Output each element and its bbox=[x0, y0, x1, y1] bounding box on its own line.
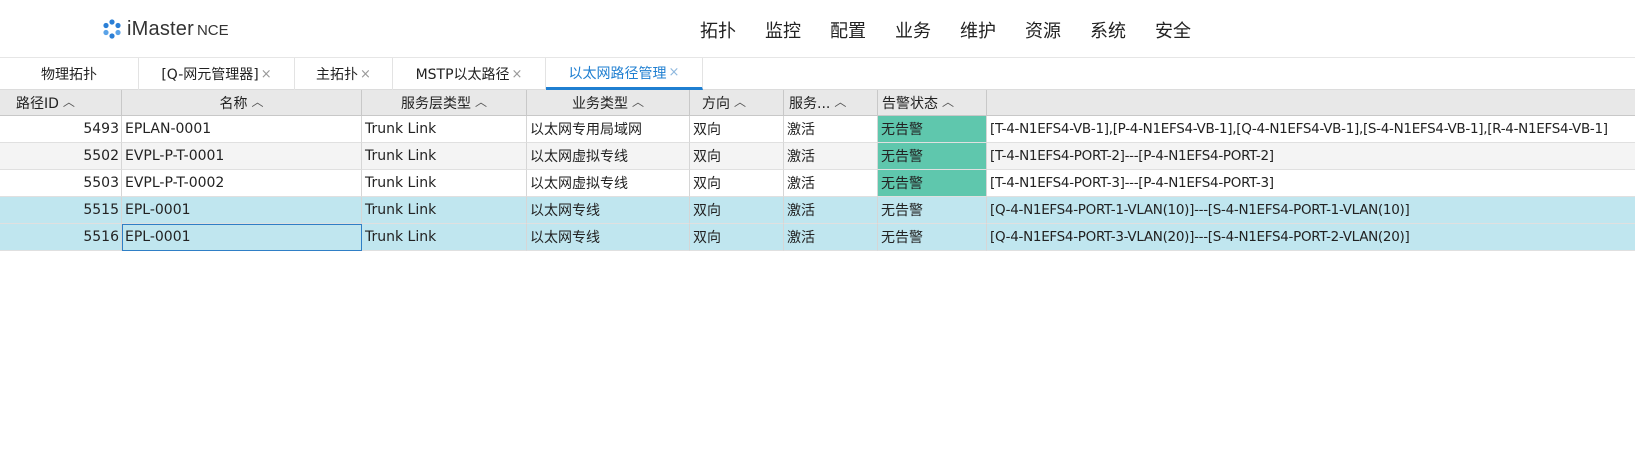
cell-name: EPLAN-0001 bbox=[122, 116, 362, 143]
sort-asc-icon[interactable]: ︿ bbox=[734, 93, 746, 110]
cell-service-status: 激活 bbox=[784, 170, 878, 197]
tab-label: 以太网路径管理 bbox=[568, 65, 667, 82]
nav-system[interactable]: 系统 bbox=[1090, 17, 1155, 43]
cell-alarm-status: 无告警 bbox=[878, 170, 987, 197]
app-logo[interactable]: iMaster NCE bbox=[101, 16, 229, 42]
cell-direction: 双向 bbox=[690, 116, 784, 143]
cell-route: [T-4-N1EFS4-VB-1],[P-4-N1EFS4-VB-1],[Q-4… bbox=[987, 116, 1635, 143]
nav-config[interactable]: 配置 bbox=[830, 17, 895, 43]
cell-path-id: 5503 bbox=[0, 170, 122, 197]
column-header-direction[interactable]: 方向 ︿ bbox=[690, 90, 784, 116]
cell-path-id: 5493 bbox=[0, 116, 122, 143]
tab-physical-topology[interactable]: 物理拓扑 bbox=[0, 58, 139, 90]
huawei-logo-icon bbox=[103, 19, 121, 39]
tab-label: MSTP以太路径 bbox=[415, 67, 510, 83]
cell-direction: 双向 bbox=[690, 197, 784, 224]
cell-service-status: 激活 bbox=[784, 116, 878, 143]
cell-service-type: 以太网虚拟专线 bbox=[527, 170, 690, 197]
column-header-name[interactable]: 名称 ︿ bbox=[122, 90, 362, 116]
cell-service-type: 以太网虚拟专线 bbox=[527, 143, 690, 170]
sort-asc-icon[interactable]: ︿ bbox=[834, 93, 846, 110]
nav-monitor[interactable]: 监控 bbox=[765, 17, 830, 43]
cell-service-layer-type: Trunk Link bbox=[362, 224, 527, 251]
cell-direction: 双向 bbox=[690, 143, 784, 170]
cell-route: [T-4-N1EFS4-PORT-3]---[P-4-N1EFS4-PORT-3… bbox=[987, 170, 1635, 197]
column-header-path-id[interactable]: 路径ID ︿ bbox=[0, 90, 122, 116]
sort-asc-icon[interactable]: ︿ bbox=[475, 93, 487, 110]
column-header-alarm-status[interactable]: 告警状态 ︿ bbox=[878, 90, 987, 116]
sort-asc-icon[interactable]: ︿ bbox=[942, 93, 954, 110]
table-row[interactable]: 5515 EPL-0001 Trunk Link 以太网专线 双向 激活 无告警… bbox=[0, 197, 1635, 224]
cell-service-type: 以太网专线 bbox=[527, 224, 690, 251]
nav-resource[interactable]: 资源 bbox=[1025, 17, 1090, 43]
close-icon[interactable]: × bbox=[512, 67, 523, 82]
cell-path-id: 5516 bbox=[0, 224, 122, 251]
cell-service-status: 激活 bbox=[784, 143, 878, 170]
tab-label: 物理拓扑 bbox=[41, 67, 97, 83]
table-row[interactable]: 5503 EVPL-P-T-0002 Trunk Link 以太网虚拟专线 双向… bbox=[0, 170, 1635, 197]
sort-asc-icon[interactable]: ︿ bbox=[632, 93, 644, 110]
cell-name: EPL-0001 bbox=[122, 197, 362, 224]
top-header: iMaster NCE 拓扑 监控 配置 业务 维护 资源 系统 安全 bbox=[0, 0, 1635, 58]
cell-service-layer-type: Trunk Link bbox=[362, 197, 527, 224]
cell-service-layer-type: Trunk Link bbox=[362, 143, 527, 170]
brand-name: iMaster bbox=[127, 17, 194, 40]
cell-route: [Q-4-N1EFS4-PORT-1-VLAN(10)]---[S-4-N1EF… bbox=[987, 197, 1635, 224]
close-icon[interactable]: × bbox=[360, 67, 371, 82]
cell-service-layer-type: Trunk Link bbox=[362, 170, 527, 197]
nav-security[interactable]: 安全 bbox=[1155, 17, 1220, 43]
tab-mstp-ethernet-path[interactable]: MSTP以太路径 × bbox=[393, 58, 546, 90]
cell-route: [Q-4-N1EFS4-PORT-3-VLAN(20)]---[S-4-N1EF… bbox=[987, 224, 1635, 251]
cell-service-type: 以太网专线 bbox=[527, 197, 690, 224]
nav-service[interactable]: 业务 bbox=[895, 17, 960, 43]
cell-alarm-status: 无告警 bbox=[878, 143, 987, 170]
tab-main-topology[interactable]: 主拓扑 × bbox=[295, 58, 393, 90]
cell-name: EVPL-P-T-0002 bbox=[122, 170, 362, 197]
cell-alarm-status: 无告警 bbox=[878, 116, 987, 143]
column-header-service-layer-type[interactable]: 服务层类型 ︿ bbox=[362, 90, 527, 116]
cell-service-layer-type: Trunk Link bbox=[362, 116, 527, 143]
column-header-route[interactable] bbox=[987, 90, 1635, 116]
table-row[interactable]: 5493 EPLAN-0001 Trunk Link 以太网专用局域网 双向 激… bbox=[0, 116, 1635, 143]
cell-name: EVPL-P-T-0001 bbox=[122, 143, 362, 170]
close-icon[interactable]: × bbox=[669, 65, 680, 80]
cell-path-id: 5502 bbox=[0, 143, 122, 170]
nav-topology[interactable]: 拓扑 bbox=[700, 17, 765, 43]
tab-ne-manager[interactable]: [Q-网元管理器] × bbox=[139, 58, 295, 90]
cell-path-id: 5515 bbox=[0, 197, 122, 224]
column-header-service-status[interactable]: 服务... ︿ bbox=[784, 90, 878, 116]
column-header-service-type[interactable]: 业务类型 ︿ bbox=[527, 90, 690, 116]
cell-name-focused[interactable]: EPL-0001 bbox=[122, 224, 362, 251]
tab-ethernet-path-management[interactable]: 以太网路径管理 × bbox=[546, 58, 703, 90]
cell-service-type: 以太网专用局域网 bbox=[527, 116, 690, 143]
cell-alarm-status: 无告警 bbox=[878, 197, 987, 224]
cell-alarm-status: 无告警 bbox=[878, 224, 987, 251]
close-icon[interactable]: × bbox=[261, 67, 272, 82]
tab-label: [Q-网元管理器] bbox=[161, 67, 259, 83]
cell-direction: 双向 bbox=[690, 170, 784, 197]
cell-direction: 双向 bbox=[690, 224, 784, 251]
cell-service-status: 激活 bbox=[784, 224, 878, 251]
table-row[interactable]: 5516 EPL-0001 Trunk Link 以太网专线 双向 激活 无告警… bbox=[0, 224, 1635, 251]
sort-asc-icon[interactable]: ︿ bbox=[63, 93, 75, 110]
cell-route: [T-4-N1EFS4-PORT-2]---[P-4-N1EFS4-PORT-2… bbox=[987, 143, 1635, 170]
table-row[interactable]: 5502 EVPL-P-T-0001 Trunk Link 以太网虚拟专线 双向… bbox=[0, 143, 1635, 170]
sort-asc-icon[interactable]: ︿ bbox=[251, 93, 263, 110]
nav-maintenance[interactable]: 维护 bbox=[960, 17, 1025, 43]
brand-suffix: NCE bbox=[196, 22, 229, 39]
tab-label: 主拓扑 bbox=[316, 67, 359, 83]
tab-strip: 物理拓扑 [Q-网元管理器] × 主拓扑 × MSTP以太路径 × 以太网路径管… bbox=[0, 58, 1635, 90]
cell-service-status: 激活 bbox=[784, 197, 878, 224]
main-nav: 拓扑 监控 配置 业务 维护 资源 系统 安全 bbox=[700, 17, 1220, 43]
